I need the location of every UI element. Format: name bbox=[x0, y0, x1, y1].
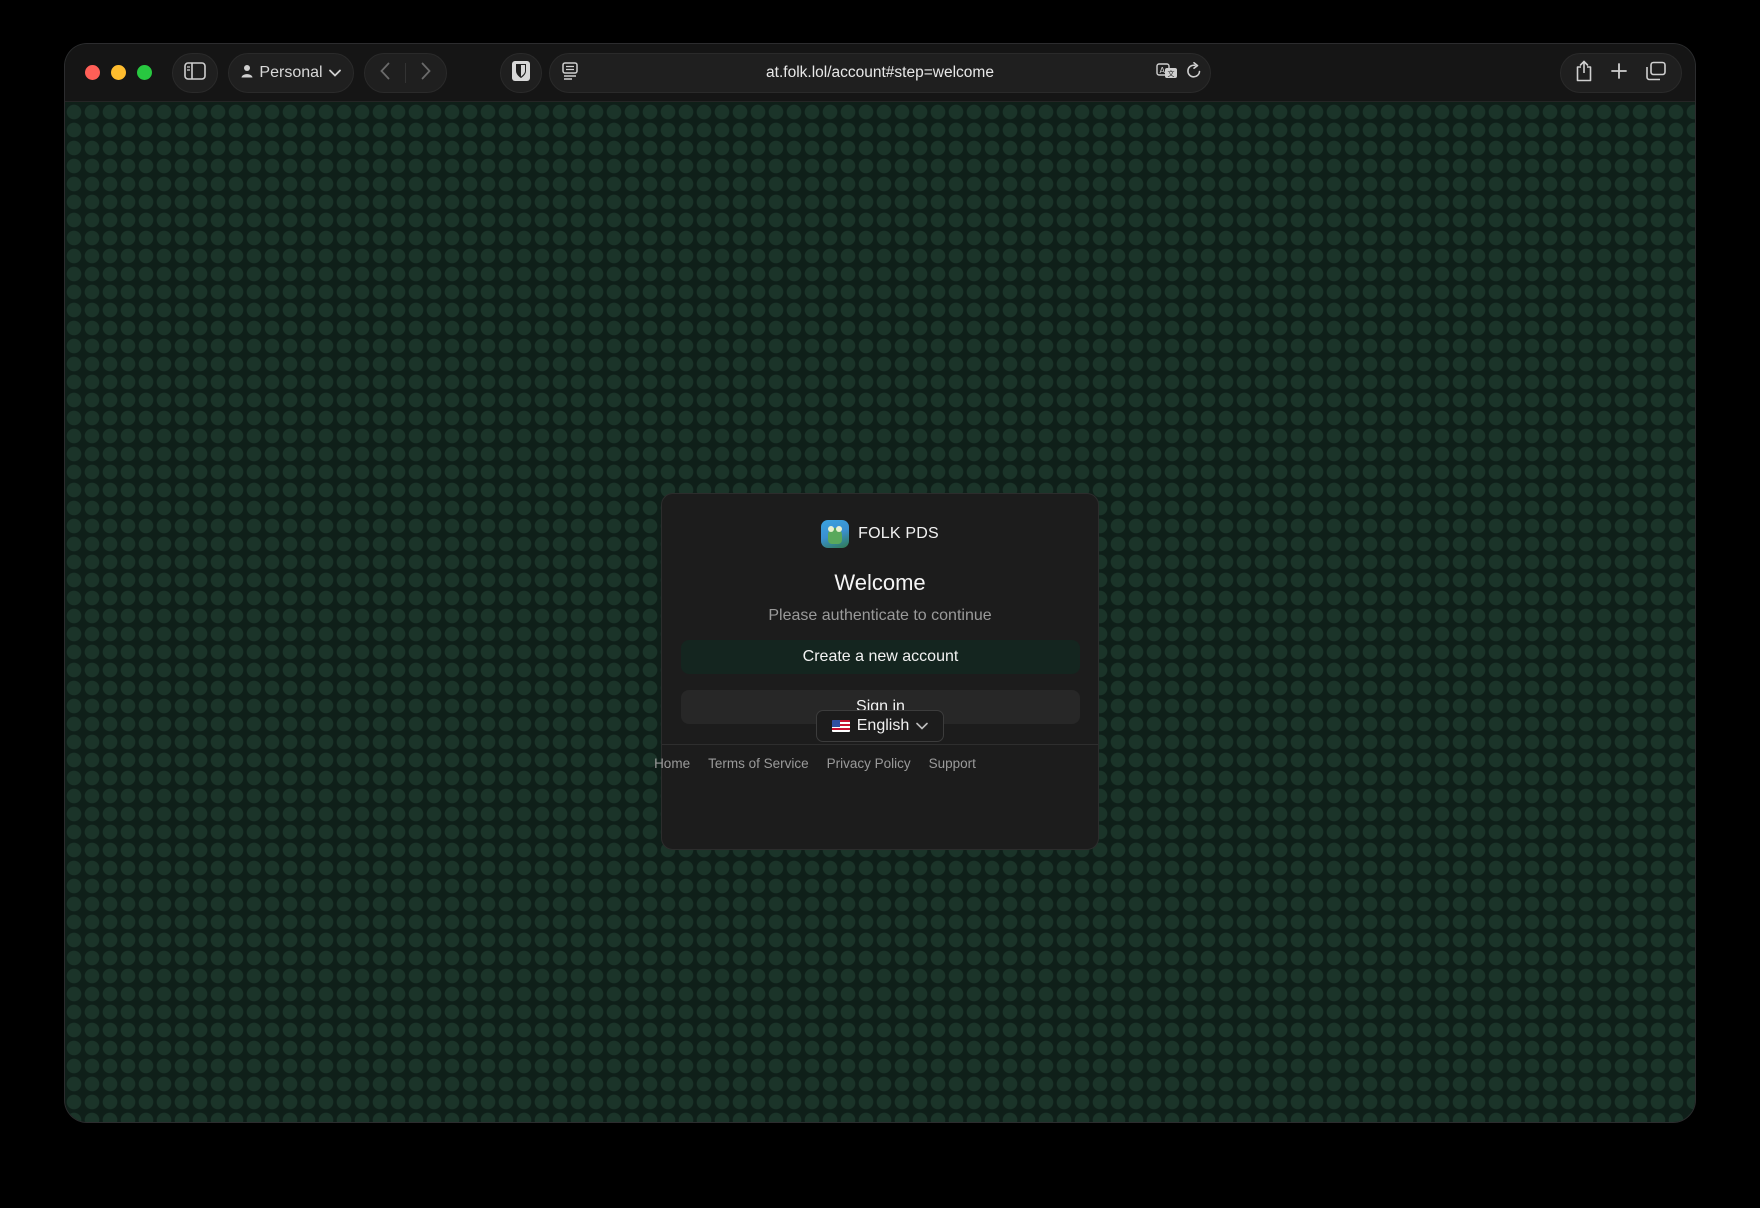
page-subtitle: Please authenticate to continue bbox=[768, 607, 992, 624]
privacy-link[interactable]: Privacy Policy bbox=[827, 756, 911, 771]
chevron-left-icon bbox=[380, 62, 390, 85]
close-window-button[interactable] bbox=[85, 65, 100, 80]
address-bar[interactable]: at.folk.lol/account#step=welcome A文 bbox=[549, 53, 1211, 93]
auth-card: FOLK PDS Welcome Please authenticate to … bbox=[661, 493, 1099, 850]
us-flag-icon bbox=[831, 720, 850, 732]
profile-menu-button[interactable]: Personal bbox=[228, 53, 354, 93]
language-label: English bbox=[856, 717, 910, 734]
tabs-overview-icon[interactable] bbox=[1645, 61, 1667, 86]
extension-shield-button[interactable] bbox=[500, 53, 542, 93]
toolbar-right-group bbox=[1560, 53, 1682, 93]
sidebar-toggle-button[interactable] bbox=[172, 53, 218, 93]
share-icon[interactable] bbox=[1575, 59, 1593, 87]
url-text: at.folk.lol/account#step=welcome bbox=[766, 64, 994, 81]
plus-icon[interactable] bbox=[1610, 62, 1628, 85]
footer-links: Home Terms of Service Privacy Policy Sup… bbox=[596, 756, 1034, 771]
minimize-window-button[interactable] bbox=[111, 65, 126, 80]
chevron-down-icon bbox=[916, 717, 929, 735]
reload-icon[interactable] bbox=[1186, 62, 1202, 84]
navigation-group bbox=[364, 53, 447, 93]
translate-icon[interactable]: A文 bbox=[1156, 62, 1178, 84]
terms-link[interactable]: Terms of Service bbox=[708, 756, 809, 771]
support-link[interactable]: Support bbox=[929, 756, 976, 771]
profile-label: Personal bbox=[259, 64, 323, 81]
svg-text:文: 文 bbox=[1168, 69, 1175, 78]
svg-text:A: A bbox=[1160, 66, 1166, 75]
shield-icon bbox=[511, 60, 531, 87]
page-background: FOLK PDS Welcome Please authenticate to … bbox=[65, 103, 1695, 1122]
reader-button[interactable] bbox=[550, 61, 590, 85]
card-divider bbox=[662, 744, 1098, 745]
person-icon bbox=[241, 64, 253, 83]
brand-name: FOLK PDS bbox=[858, 525, 939, 542]
page-title: Welcome bbox=[834, 570, 926, 595]
folk-logo bbox=[821, 520, 850, 548]
zoom-window-button[interactable] bbox=[137, 65, 152, 80]
home-link[interactable]: Home bbox=[654, 756, 690, 771]
chevron-right-icon bbox=[421, 62, 431, 85]
chevron-down-icon bbox=[328, 64, 341, 82]
reader-icon bbox=[562, 61, 578, 85]
language-select[interactable]: English bbox=[816, 710, 944, 742]
browser-toolbar: Personal at.folk.lol/account#step=welcom… bbox=[65, 44, 1695, 102]
forward-button[interactable] bbox=[406, 54, 446, 92]
sidebar-icon bbox=[184, 61, 206, 85]
address-bar-actions: A文 bbox=[1156, 62, 1202, 84]
brand-header: FOLK PDS bbox=[662, 520, 1098, 548]
back-button[interactable] bbox=[365, 54, 405, 92]
browser-window: Personal at.folk.lol/account#step=welcom… bbox=[65, 44, 1695, 1122]
create-account-button[interactable]: Create a new account bbox=[681, 640, 1080, 674]
